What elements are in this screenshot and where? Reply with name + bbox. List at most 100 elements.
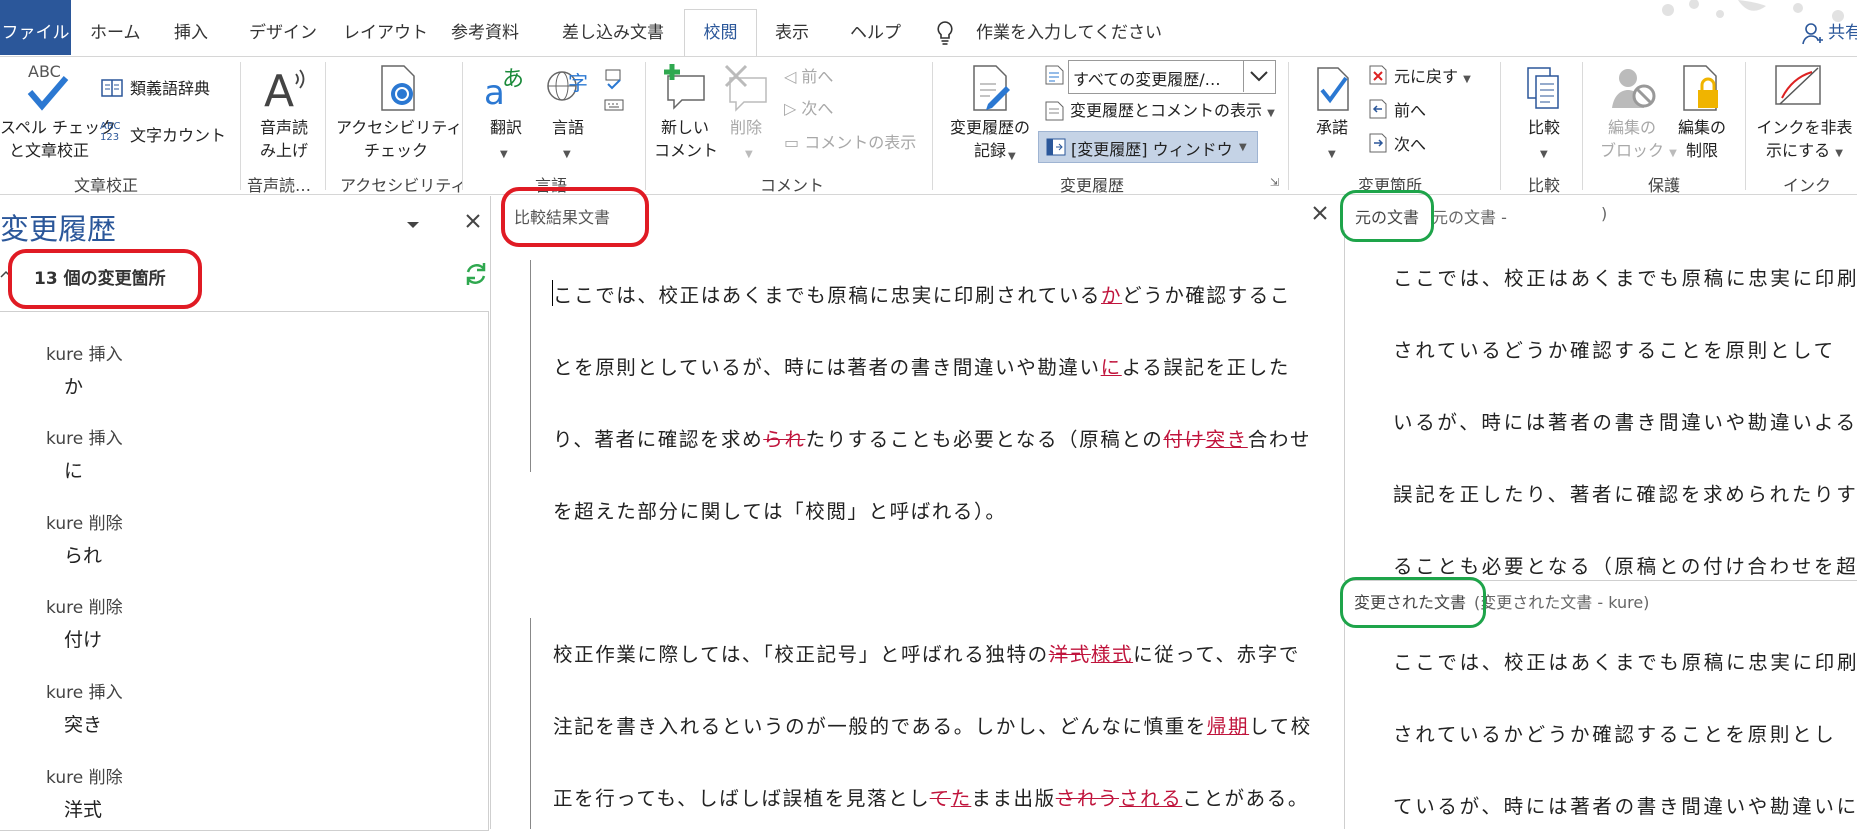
track-changes-button[interactable]: 変更履歴の 記録 — [944, 116, 1036, 162]
word-count-button[interactable]: 文字カウント — [130, 125, 226, 147]
translate-button[interactable]: 翻訳 — [482, 116, 530, 139]
chevron-down-icon[interactable]: ▼ — [563, 142, 571, 161]
previous-change-button[interactable]: 前へ — [1394, 100, 1426, 122]
new-comment-button[interactable]: 新しい コメント — [654, 116, 718, 162]
tab-help[interactable]: ヘルプ — [850, 0, 901, 55]
revision-item[interactable]: kure 挿入 に — [46, 424, 123, 482]
reviewing-pane-button[interactable]: [変更履歴] ウィンドウ ▼ — [1038, 131, 1258, 163]
next-change-button[interactable]: 次へ — [1394, 134, 1426, 156]
show-markup-icon — [1044, 100, 1066, 126]
insertion-mark[interactable]: される — [1119, 787, 1182, 810]
previous-comment-label: 前へ — [801, 67, 834, 86]
pane-options-icon[interactable] — [405, 216, 421, 235]
show-comments-button[interactable]: ▭ コメントの表示 — [784, 132, 916, 154]
spelling-check-icon[interactable]: ABC — [24, 62, 72, 116]
compare-icon[interactable] — [1524, 66, 1564, 116]
block-authors-button[interactable]: 編集の ブロック ▼ — [1600, 116, 1677, 165]
delete-comment-button[interactable]: 削除 — [724, 116, 768, 139]
revision-item[interactable]: kure 挿入 突き — [46, 678, 123, 736]
previous-comment-button[interactable]: ◁ 前へ — [784, 66, 833, 88]
dialog-launcher-icon[interactable]: ⇲ — [1270, 176, 1279, 189]
compare-button[interactable]: 比較 — [1520, 116, 1568, 139]
deletion-mark[interactable]: されう — [1056, 787, 1119, 810]
hide-ink-icon[interactable] — [1774, 64, 1824, 114]
chevron-down-icon[interactable]: ▼ — [745, 142, 753, 161]
group-separator — [1582, 62, 1583, 190]
deletion-mark[interactable]: て — [930, 787, 951, 810]
spelling-label-line2: と文章校正 — [8, 141, 89, 160]
read-aloud-button[interactable]: 音声読 み上げ — [250, 116, 318, 162]
revisions-pane-title: 変更履歴 — [0, 212, 117, 246]
restrict-editing-icon[interactable] — [1680, 64, 1724, 116]
next-comment-button[interactable]: ▷ 次へ — [784, 98, 833, 120]
language-button[interactable]: 言語 — [544, 116, 592, 139]
show-markup-button[interactable]: 変更履歴とコメントの表示 ▼ — [1070, 100, 1275, 125]
new-comment-icon[interactable] — [660, 62, 708, 114]
deletion-mark[interactable]: 付け — [1163, 428, 1205, 451]
insertion-mark[interactable]: に — [1101, 356, 1122, 379]
proofing-group-label: 文章校正 — [74, 176, 139, 195]
insertion-mark[interactable]: か — [1101, 284, 1122, 307]
spelling-label-line1: スペル チェック — [0, 118, 116, 137]
chevron-down-icon[interactable]: ▼ — [1008, 144, 1016, 163]
read-aloud-icon[interactable]: A — [262, 64, 308, 117]
revision-author-type: kure 削除 — [46, 514, 123, 534]
compared-p2-line1: 校正作業に際しては、「校正記号」と呼ばれる独特の洋式様式に従って、赤字で — [553, 638, 1300, 667]
share-button[interactable]: 共有 — [1828, 0, 1857, 55]
close-icon[interactable] — [464, 212, 482, 234]
tab-view[interactable]: 表示 — [775, 0, 809, 55]
protect-group-label: 保護 — [1648, 176, 1681, 195]
insertion-mark[interactable]: た — [951, 787, 972, 810]
accept-icon[interactable] — [1314, 66, 1352, 116]
block-authors-icon[interactable] — [1610, 64, 1658, 116]
deletion-mark[interactable]: 洋式 — [1049, 643, 1091, 666]
tab-design[interactable]: デザイン — [249, 0, 317, 55]
close-icon[interactable] — [1312, 205, 1328, 225]
deletion-mark[interactable]: られ — [763, 428, 805, 451]
translate-icon[interactable]: aあ — [484, 64, 528, 114]
lightbulb-icon[interactable] — [935, 20, 955, 50]
original-line: 誤記を正したり、著者に確認を求められたりす — [1393, 483, 1857, 506]
tab-home[interactable]: ホーム — [90, 0, 141, 55]
chevron-down-icon[interactable] — [1243, 61, 1275, 92]
tab-layout[interactable]: レイアウト — [343, 0, 428, 55]
revision-item[interactable]: kure 削除 付け — [46, 593, 123, 651]
track-changes-line2: 記録 — [973, 141, 1006, 160]
revision-item[interactable]: kure 削除 られ — [46, 509, 123, 567]
tab-file[interactable]: ファイル — [0, 0, 71, 55]
compared-p2-line3: 正を行っても、しばしば誤植を見落としてたまま出版されうされることがある。 — [553, 782, 1309, 811]
delete-comment-icon[interactable] — [722, 64, 770, 116]
revision-item[interactable]: kure 削除 洋式 — [46, 763, 123, 821]
group-separator — [1288, 62, 1289, 190]
language-icon[interactable]: 字 — [544, 64, 594, 114]
revision-item[interactable]: kure 挿入 か — [46, 340, 123, 398]
reject-button[interactable]: 元に戻す ▼ — [1394, 66, 1471, 91]
chevron-down-icon[interactable]: ▼ — [500, 142, 508, 161]
block-authors-line2: ブロック ▼ — [1600, 139, 1677, 165]
hide-ink-button[interactable]: インクを非表 示にする ▼ — [1752, 116, 1857, 165]
chevron-down-icon[interactable]: ▼ — [1540, 142, 1548, 161]
track-changes-icon[interactable] — [970, 64, 1014, 116]
text-run: 正を行っても、しばしば誤植を見落とし — [553, 787, 930, 810]
share-person-icon[interactable] — [1802, 22, 1824, 50]
accept-button[interactable]: 承諾 — [1308, 116, 1356, 139]
refresh-icon[interactable] — [462, 260, 490, 292]
insertion-mark[interactable]: 突き — [1206, 428, 1248, 451]
original-line: ることも必要となる（原稿との付け合わせを超 — [1393, 555, 1857, 578]
tab-mailings[interactable]: 差し込み文書 — [562, 0, 664, 55]
restrict-editing-button[interactable]: 編集の 制限 — [1670, 116, 1734, 162]
tab-references[interactable]: 参考資料 — [451, 0, 519, 55]
tell-me-search[interactable]: 作業を入力してください — [976, 0, 1162, 55]
insertion-mark[interactable]: 様式 — [1091, 643, 1133, 666]
display-for-review-select[interactable]: すべての変更履歴/… — [1068, 60, 1276, 94]
insertion-mark[interactable]: 帰期 — [1207, 715, 1249, 738]
text-run: とを原則としているが、時には著者の書き間違いや勘違い — [553, 356, 1101, 379]
thesaurus-icon — [100, 78, 124, 102]
accessibility-check-button[interactable]: アクセシビリティ チェック — [336, 116, 462, 162]
spelling-grammar-button[interactable]: スペル チェック と文章校正 — [0, 116, 116, 162]
chevron-down-icon[interactable]: ▼ — [1328, 142, 1336, 161]
tab-insert[interactable]: 挿入 — [174, 0, 208, 55]
accessibility-check-icon[interactable] — [378, 64, 418, 116]
thesaurus-button[interactable]: 類義語辞典 — [130, 78, 210, 100]
language-tool-icon[interactable] — [602, 66, 626, 120]
